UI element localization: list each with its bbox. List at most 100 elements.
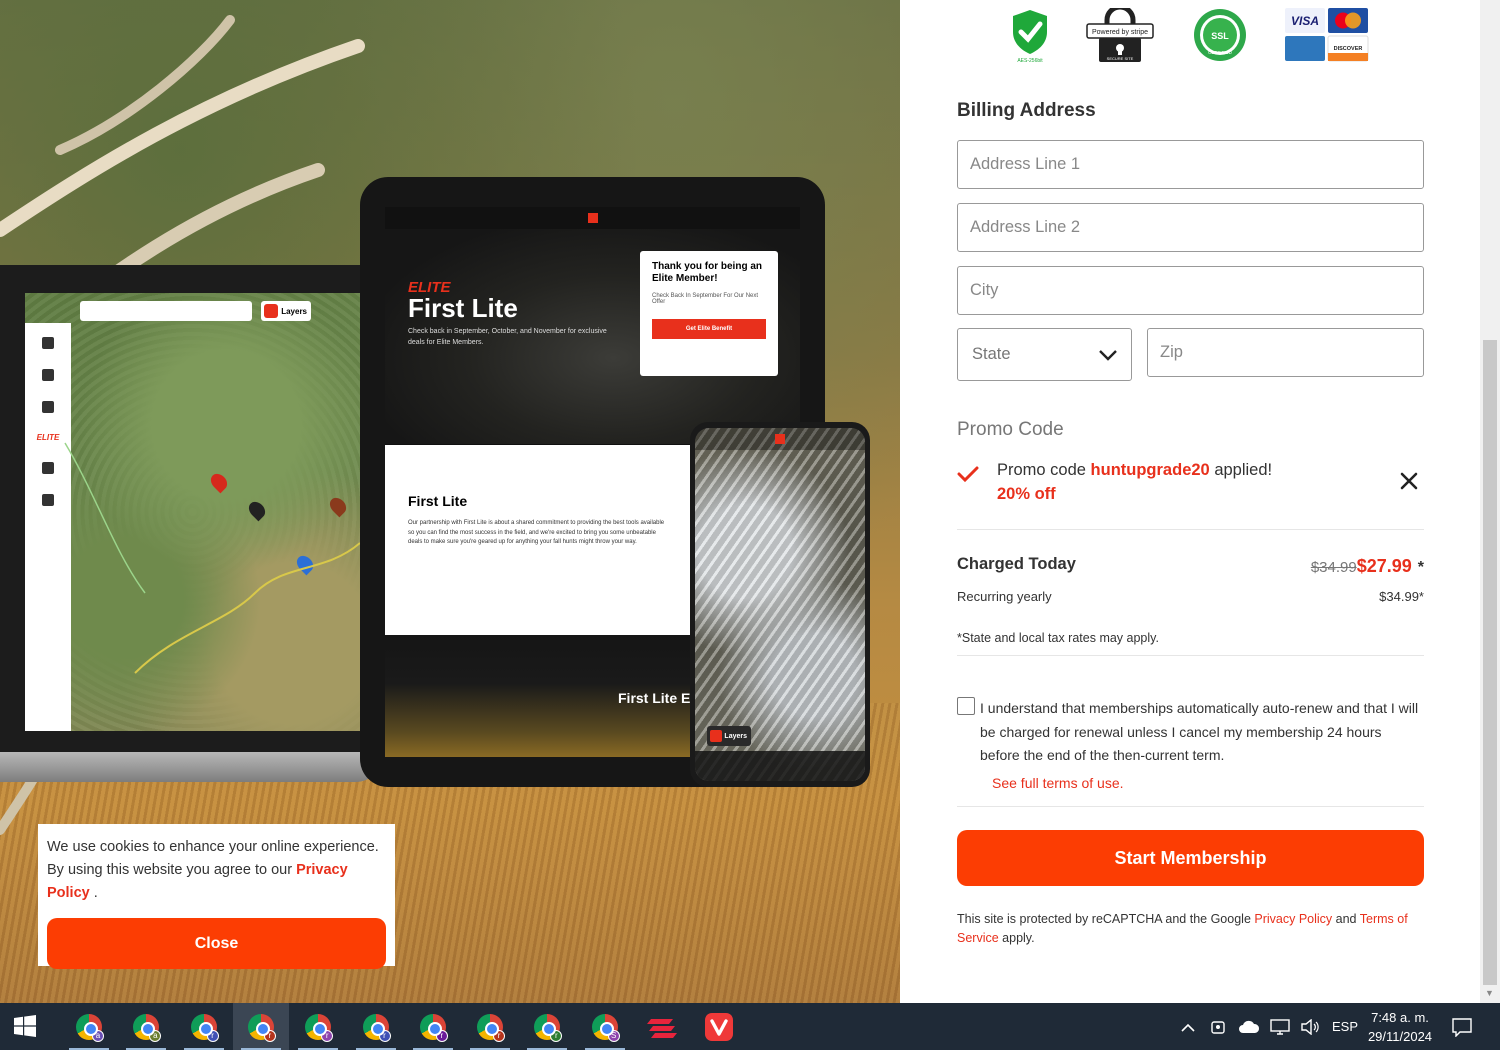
laptop-base bbox=[0, 752, 385, 782]
state-select[interactable]: State bbox=[957, 328, 1132, 381]
chevron-up-icon[interactable] bbox=[1180, 1022, 1196, 1032]
language-indicator[interactable]: ESP bbox=[1332, 1019, 1358, 1034]
taskbar-app-chrome-5[interactable]: r bbox=[290, 1003, 346, 1050]
card-brands-icon: VISA DISCOVER bbox=[1285, 8, 1369, 62]
divider bbox=[957, 806, 1424, 807]
divider bbox=[957, 655, 1424, 656]
windows-start-icon[interactable] bbox=[14, 1015, 36, 1037]
cookie-text: We use cookies to enhance your online ex… bbox=[47, 836, 386, 905]
taskbar-app-chrome-3[interactable]: r bbox=[176, 1003, 232, 1050]
zip-input[interactable] bbox=[1147, 328, 1424, 377]
promo-discount: 20% off bbox=[997, 485, 1056, 503]
tablet-panel-text: Our partnership with First Lite is about… bbox=[408, 520, 665, 546]
onedrive-cloud-icon[interactable] bbox=[1238, 1020, 1260, 1034]
cookie-banner: We use cookies to enhance your online ex… bbox=[38, 824, 395, 969]
auto-renew-checkbox[interactable] bbox=[957, 697, 975, 715]
divider bbox=[957, 529, 1424, 530]
taskbar-app-red-logo[interactable] bbox=[634, 1003, 690, 1050]
profile-avatar-badge: a bbox=[92, 1029, 104, 1042]
chrome-icon: r bbox=[534, 1013, 563, 1042]
profile-avatar-badge: r bbox=[321, 1029, 334, 1042]
city-input[interactable] bbox=[957, 266, 1424, 315]
phone-topbar bbox=[695, 428, 865, 450]
taskbar-app-chrome-4[interactable]: r bbox=[232, 1003, 289, 1050]
ssl-bottom-label: CERTIFIED bbox=[1208, 50, 1232, 55]
start-membership-button[interactable]: Start Membership bbox=[957, 830, 1424, 886]
phone-layers-button: Layers bbox=[707, 726, 751, 746]
notification-icon[interactable] bbox=[1452, 1017, 1472, 1037]
charged-today-price: $34.99 $27.99 * bbox=[1311, 556, 1424, 577]
promo-prefix: Promo code bbox=[997, 461, 1091, 479]
network-icon[interactable] bbox=[1270, 1018, 1290, 1035]
taskbar-app-chrome-2[interactable]: a bbox=[118, 1003, 174, 1050]
taskbar-app-chrome-6[interactable]: r bbox=[348, 1003, 404, 1050]
phone-mockup: Layers bbox=[690, 422, 870, 787]
recaptcha-and: and bbox=[1332, 912, 1360, 926]
profile-avatar-badge: r bbox=[435, 1029, 448, 1042]
tablet-thankyou-card: Thank you for being an Elite Member! Che… bbox=[640, 251, 778, 376]
meet-now-icon[interactable] bbox=[1210, 1018, 1226, 1036]
profile-avatar-badge: r bbox=[263, 1029, 276, 1042]
phone-nav-bar bbox=[695, 751, 865, 781]
security-badges: AES-256bit Powered by stripe SECURE SITE… bbox=[900, 6, 1480, 66]
price-original: $34.99 bbox=[1310, 559, 1357, 576]
phone-satellite-screen: Layers bbox=[695, 428, 865, 781]
profile-avatar-badge: S bbox=[607, 1029, 620, 1042]
stripe-bottom-label: SECURE SITE bbox=[1107, 56, 1134, 61]
chrome-icon: r bbox=[477, 1013, 506, 1042]
volume-icon[interactable] bbox=[1300, 1018, 1320, 1035]
address-line2-input[interactable] bbox=[957, 203, 1424, 252]
promo-code-title: Promo Code bbox=[957, 419, 1064, 440]
clock-date: 29/11/2024 bbox=[1367, 1029, 1433, 1044]
chevron-down-icon bbox=[1099, 349, 1117, 361]
taskbar-app-chrome-8[interactable]: r bbox=[462, 1003, 518, 1050]
promo-applied-text: Promo code huntupgrade20 applied! 20% of… bbox=[997, 458, 1272, 506]
page-scrollbar[interactable]: ▼ bbox=[1480, 0, 1500, 1003]
auto-renew-text: I understand that memberships automatica… bbox=[980, 700, 1419, 763]
promo-suffix: applied! bbox=[1209, 461, 1273, 479]
price-asterisk: * bbox=[1417, 559, 1424, 576]
tablet-title: First Lite bbox=[408, 293, 518, 323]
map-boundary-line bbox=[64, 442, 360, 674]
taskbar-app-vivaldi[interactable] bbox=[691, 1003, 747, 1050]
cookie-close-button[interactable]: Close bbox=[47, 918, 386, 969]
billing-address-title: Billing Address bbox=[957, 100, 1096, 121]
recaptcha-privacy-link[interactable]: Privacy Policy bbox=[1254, 912, 1332, 926]
laptop-mockup: Layers ELITE bbox=[0, 265, 370, 755]
system-tray: ESP bbox=[1180, 1003, 1358, 1050]
onx-logo-icon bbox=[587, 213, 598, 223]
promo-applied-row: Promo code huntupgrade20 applied! 20% of… bbox=[957, 455, 1427, 510]
tablet-info-panel: First Lite Our partnership with First Li… bbox=[385, 445, 690, 635]
scrollbar-thumb[interactable] bbox=[1483, 340, 1497, 985]
profile-avatar-badge: r bbox=[206, 1029, 219, 1042]
profile-avatar-badge: r bbox=[493, 1029, 506, 1042]
terms-of-use-link[interactable]: See full terms of use. bbox=[992, 775, 1124, 791]
chrome-icon: r bbox=[190, 1013, 219, 1042]
phone-onx-logo-icon bbox=[775, 434, 785, 444]
tablet-subtitle: Check back in September, October, and No… bbox=[408, 328, 607, 346]
ssl-label: SSL bbox=[1211, 31, 1229, 41]
hero-image: Layers ELITE ELITE First Lite Check back… bbox=[0, 0, 900, 1003]
taskbar-app-chrome-9[interactable]: r bbox=[519, 1003, 575, 1050]
system-clock[interactable]: 7:48 a. m. 29/11/2024 bbox=[1360, 1008, 1440, 1046]
vivaldi-icon bbox=[705, 1012, 733, 1041]
chrome-icon: r bbox=[419, 1013, 448, 1042]
red-app-icon bbox=[647, 1018, 677, 1038]
profile-avatar-badge: r bbox=[550, 1029, 563, 1042]
recaptcha-suffix: apply. bbox=[998, 931, 1035, 945]
chrome-icon: r bbox=[247, 1013, 276, 1042]
taskbar-app-chrome-1[interactable]: a bbox=[61, 1003, 117, 1050]
checkout-panel: AES-256bit Powered by stripe SECURE SITE… bbox=[900, 0, 1480, 1003]
tablet-card-button: Get Elite Benefit bbox=[652, 319, 766, 339]
taskbar-app-chrome-7[interactable]: r bbox=[405, 1003, 461, 1050]
chrome-icon: r bbox=[305, 1013, 334, 1042]
taskbar-app-chrome-10[interactable]: S bbox=[577, 1003, 633, 1050]
chrome-icon: r bbox=[362, 1013, 391, 1042]
scroll-down-icon[interactable]: ▼ bbox=[1485, 988, 1494, 998]
charged-today-label: Charged Today bbox=[957, 555, 1076, 573]
close-icon[interactable] bbox=[1397, 469, 1421, 493]
address-line1-input[interactable] bbox=[957, 140, 1424, 189]
recurring-price: $34.99* bbox=[1379, 589, 1424, 604]
chrome-icon: S bbox=[591, 1013, 620, 1042]
recaptcha-prefix: This site is protected by reCAPTCHA and … bbox=[957, 912, 1255, 926]
